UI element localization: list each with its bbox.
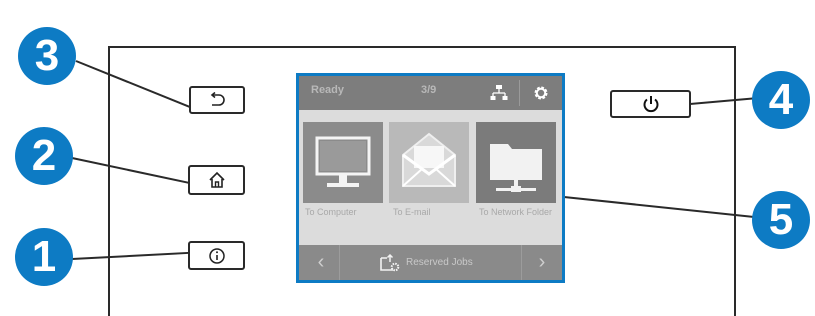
power-button[interactable] — [610, 90, 691, 118]
home-button[interactable] — [188, 165, 245, 195]
back-button[interactable] — [189, 86, 245, 114]
network-folder-icon — [490, 144, 542, 192]
bottom-nav-bar: ‹ Reserved Jobs › — [299, 245, 562, 280]
next-page-arrow[interactable]: › — [522, 245, 562, 280]
email-envelope-icon — [402, 132, 456, 187]
touchscreen-display[interactable]: Ready 3/9 To Computer To E-mail To Netwo… — [296, 73, 565, 283]
callout-1: 1 — [15, 228, 73, 286]
status-title: Ready — [311, 84, 345, 96]
previous-page-arrow[interactable]: ‹ — [301, 245, 341, 280]
callout-4: 4 — [752, 71, 810, 129]
reserved-jobs-label: Reserved Jobs — [406, 257, 473, 268]
tile-label-to-network-folder: To Network Folder — [479, 207, 553, 217]
info-button[interactable] — [188, 241, 245, 270]
callout-3: 3 — [18, 27, 76, 85]
network-icon[interactable] — [479, 76, 519, 110]
tile-label-to-email: To E-mail — [393, 207, 431, 217]
home-icon — [208, 171, 225, 188]
tile-to-computer[interactable] — [303, 122, 383, 203]
bottom-divider-left — [339, 245, 340, 280]
callout-2: 2 — [15, 127, 73, 185]
callout-5: 5 — [752, 191, 810, 249]
status-divider — [519, 80, 520, 106]
power-icon — [643, 96, 658, 113]
info-icon — [208, 247, 225, 264]
tile-to-network-folder[interactable] — [476, 122, 556, 203]
reserved-jobs-button[interactable]: Reserved Jobs — [379, 245, 473, 280]
settings-gear-icon[interactable] — [521, 76, 561, 110]
status-page-indicator: 3/9 — [421, 84, 437, 96]
status-bar: Ready 3/9 — [299, 76, 562, 110]
tile-to-email[interactable] — [389, 122, 469, 203]
computer-monitor-icon — [315, 136, 371, 187]
tile-label-to-computer: To Computer — [305, 207, 357, 217]
back-arrow-icon — [210, 92, 225, 106]
reserved-jobs-icon — [380, 253, 400, 271]
